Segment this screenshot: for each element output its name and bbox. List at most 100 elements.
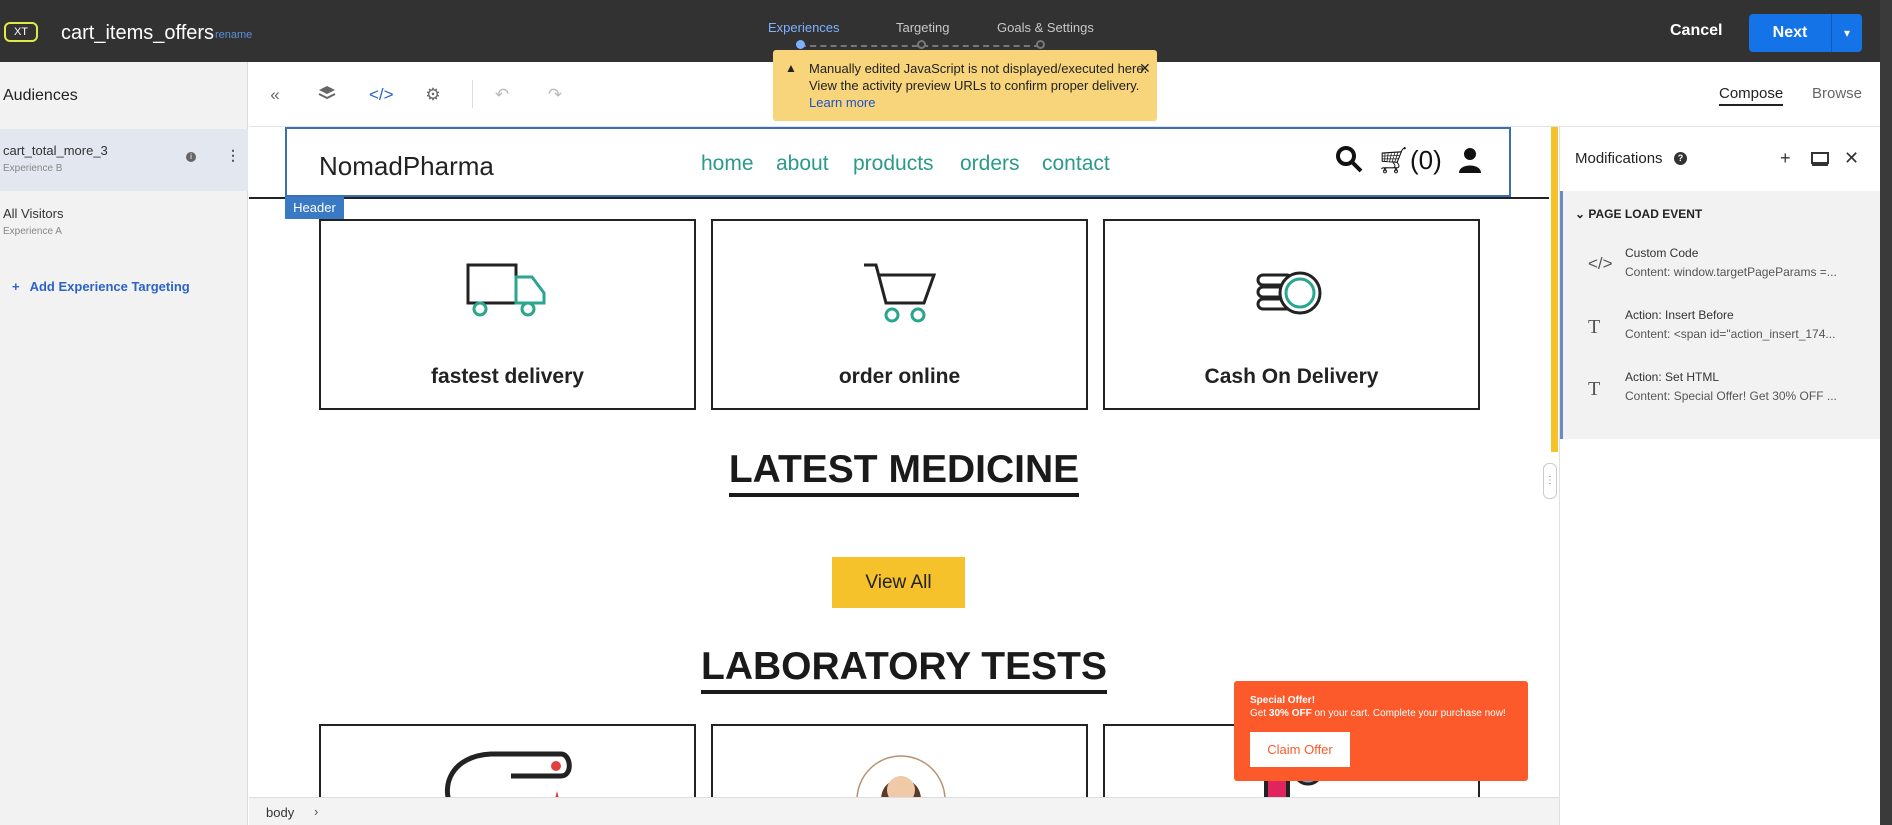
audience-item[interactable]: cart_total_more_3 Experience B i ⋮: [0, 129, 248, 191]
cart-link[interactable]: 🛒︎(0): [1377, 145, 1442, 176]
step-goals-settings[interactable]: Goals & Settings: [997, 20, 1094, 35]
target-vec-editor: XT cart_items_offers rename Experiences …: [0, 0, 1880, 825]
feature-label: Cash On Delivery: [1204, 365, 1379, 388]
coins-icon: [1256, 271, 1322, 315]
chevron-right-icon: ›: [314, 804, 319, 819]
modification-content: Content: window.targetPageParams =...: [1625, 265, 1837, 279]
audience-experience: Experience B: [3, 163, 63, 174]
search-icon[interactable]: [1335, 145, 1363, 180]
user-icon[interactable]: [1459, 147, 1481, 173]
settings-icon[interactable]: ⚙: [422, 84, 444, 106]
toast-line-2: View the activity preview URLs to confir…: [809, 78, 1140, 93]
nav-orders[interactable]: orders: [960, 152, 1020, 176]
offer-title: Special Offer!: [1250, 695, 1316, 706]
close-icon[interactable]: ✕: [1139, 60, 1151, 77]
header-underline: [249, 197, 1559, 199]
feature-card[interactable]: Cash On Delivery: [1103, 219, 1480, 410]
modification-name: Action: Set HTML: [1625, 370, 1720, 384]
audience-item[interactable]: All Visitors Experience A: [0, 192, 248, 254]
nav-home[interactable]: home: [701, 152, 754, 176]
step-experiences[interactable]: Experiences: [768, 20, 840, 35]
redo-icon[interactable]: ↷: [544, 84, 566, 106]
site-header[interactable]: NomadPharma home about products orders c…: [285, 127, 1511, 197]
modification-item[interactable]: T Action: Set HTML Content: Special Offe…: [1563, 363, 1880, 425]
offer-text: Get 30% OFF on your cart. Complete your …: [1250, 708, 1506, 719]
feature-card[interactable]: fastest delivery: [319, 219, 696, 410]
next-dropdown-button[interactable]: ▾: [1831, 14, 1862, 52]
undo-icon[interactable]: ↶: [491, 84, 513, 106]
help-icon[interactable]: ?: [1674, 152, 1687, 165]
resize-handle-icon[interactable]: ⋮: [1543, 463, 1557, 499]
layers-icon[interactable]: [316, 84, 338, 106]
audiences-title: Audiences: [3, 87, 78, 104]
modification-name: Action: Insert Before: [1625, 308, 1734, 322]
view-all-button[interactable]: View All: [832, 557, 965, 608]
step-dot-goals: [1036, 40, 1045, 49]
audience-name: All Visitors: [3, 206, 64, 221]
special-offer-popup: Special Offer! Get 30% OFF on your cart.…: [1234, 681, 1528, 781]
modifications-title: Modifications: [1575, 150, 1663, 167]
site-brand[interactable]: NomadPharma: [319, 151, 494, 182]
dom-breadcrumb-bar: body ›: [249, 797, 1559, 825]
chevron-down-icon: ⌄: [1575, 207, 1586, 221]
activity-name[interactable]: cart_items_offers: [61, 22, 214, 45]
step-dot-targeting: [917, 40, 926, 49]
warning-toast: ▲ Manually edited JavaScript is not disp…: [773, 50, 1157, 121]
next-button[interactable]: Next: [1749, 14, 1831, 52]
modification-content: Content: <span id="action_insert_174...: [1625, 327, 1836, 341]
modification-name: Custom Code: [1625, 246, 1699, 260]
toast-line-1: Manually edited JavaScript is not displa…: [809, 61, 1148, 76]
cancel-button[interactable]: Cancel: [1670, 22, 1722, 40]
more-options-icon[interactable]: ⋮: [226, 147, 240, 164]
lab-test-card[interactable]: [319, 724, 696, 797]
code-icon: </>: [1588, 254, 1613, 273]
audience-name: cart_total_more_3: [3, 143, 108, 158]
lab-test-card[interactable]: [711, 724, 1088, 797]
plus-icon: +: [12, 279, 20, 294]
chevron-down-icon: ▾: [1843, 26, 1851, 40]
close-icon[interactable]: ✕: [1844, 148, 1859, 169]
modification-item[interactable]: T Action: Insert Before Content: <span i…: [1563, 301, 1880, 363]
collapse-icon[interactable]: «: [264, 84, 286, 106]
section-title-latest: LATEST MEDICINE: [249, 448, 1559, 497]
nav-contact[interactable]: contact: [1042, 152, 1110, 176]
feature-card[interactable]: order online: [711, 219, 1088, 410]
code-icon[interactable]: </>: [369, 84, 394, 106]
browse-tab[interactable]: Browse: [1812, 85, 1862, 102]
modifications-list: ⌄ PAGE LOAD EVENT </> Custom Code Conten…: [1560, 191, 1880, 439]
audience-experience: Experience A: [3, 226, 62, 237]
doctor-avatar-icon: [856, 755, 946, 797]
truck-icon: [466, 263, 546, 317]
activity-type-badge: XT: [4, 22, 38, 42]
claim-offer-button[interactable]: Claim Offer: [1250, 732, 1350, 767]
modification-indicator-bar: [1549, 127, 1559, 797]
info-icon[interactable]: i: [186, 152, 196, 162]
cart-icon: 🛒︎: [1377, 145, 1411, 175]
warning-icon: ▲: [785, 61, 797, 75]
selected-element-tag: Header: [285, 197, 344, 219]
add-targeting-label: Add Experience Targeting: [29, 279, 190, 294]
shopping-cart-icon: [864, 263, 937, 323]
add-experience-targeting-link[interactable]: + Add Experience Targeting: [12, 279, 190, 294]
add-icon[interactable]: +: [1780, 148, 1791, 169]
nav-products[interactable]: products: [853, 152, 934, 176]
step-dot-experiences: [796, 40, 805, 49]
device-preview-icon[interactable]: [1811, 150, 1829, 171]
step-targeting[interactable]: Targeting: [896, 20, 949, 35]
microscope-icon: [444, 751, 572, 797]
feature-label: order online: [838, 365, 961, 388]
compose-tab[interactable]: Compose: [1719, 85, 1784, 106]
nav-about[interactable]: about: [776, 152, 829, 176]
breadcrumb-body[interactable]: body: [266, 805, 294, 820]
modification-content: Content: Special Offer! Get 30% OFF ...: [1625, 389, 1837, 403]
modifications-panel: Modifications ? + ✕ ⌄ PAGE LOAD EVENT </…: [1559, 127, 1880, 825]
rename-link[interactable]: rename: [215, 29, 252, 41]
audiences-panel: Audiences cart_total_more_3 Experience B…: [0, 62, 248, 825]
learn-more-link[interactable]: Learn more: [809, 95, 875, 110]
modification-indicator: [1551, 127, 1558, 452]
text-icon: T: [1588, 316, 1601, 338]
cart-count: (0): [1410, 145, 1442, 175]
page-load-event-header[interactable]: ⌄ PAGE LOAD EVENT: [1575, 207, 1702, 221]
modification-item[interactable]: </> Custom Code Content: window.targetPa…: [1563, 239, 1880, 301]
text-icon: T: [1588, 378, 1601, 400]
